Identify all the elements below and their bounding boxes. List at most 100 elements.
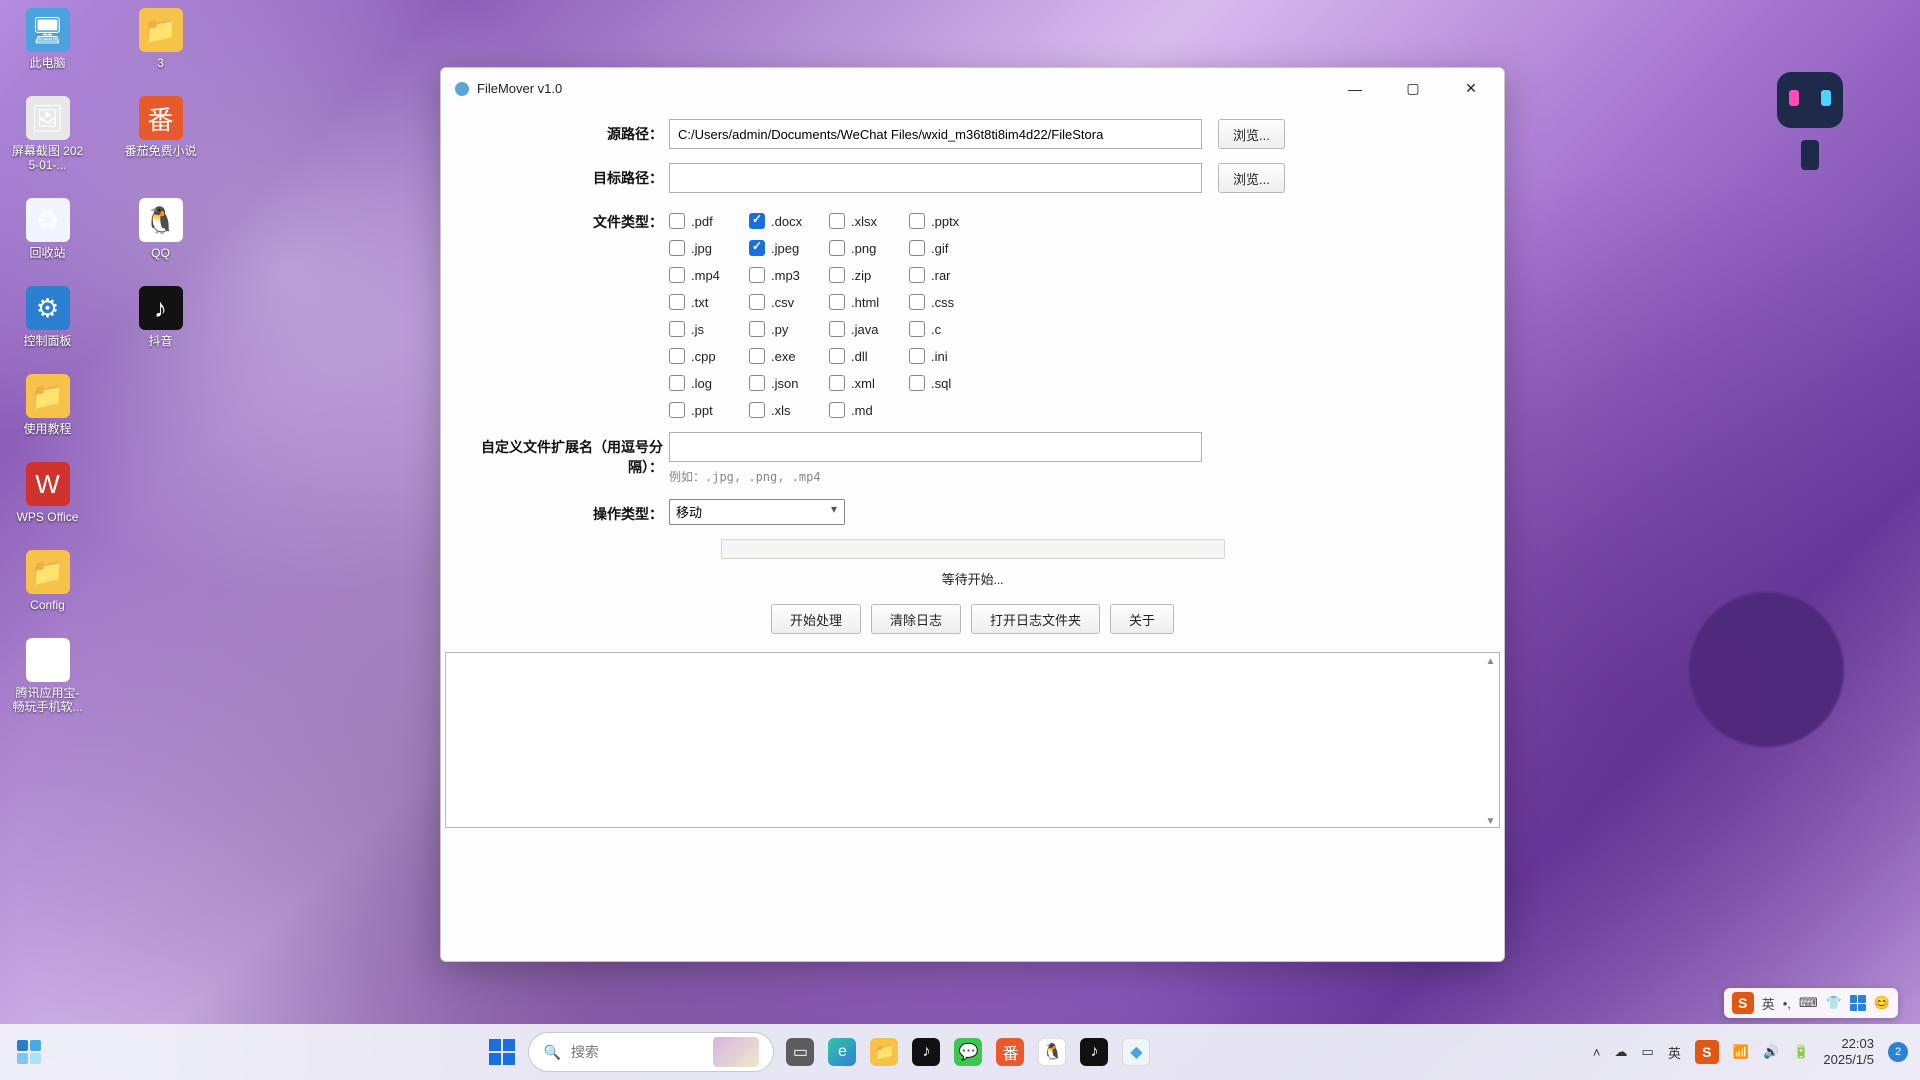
checkbox-input[interactable] [829,294,845,310]
desktop-mascot-widget[interactable] [1765,40,1855,160]
checkbox-input[interactable] [749,240,765,256]
filetype-checkbox-css[interactable]: .css [909,294,989,310]
checkbox-input[interactable] [669,294,685,310]
browse-target-button[interactable]: 浏览... [1218,163,1285,193]
filetype-checkbox-pptx[interactable]: .pptx [909,213,989,229]
filetype-checkbox-ini[interactable]: .ini [909,348,989,364]
log-textarea[interactable] [445,652,1500,828]
tray-cloud-icon[interactable]: ☁ [1615,1044,1628,1060]
checkbox-input[interactable] [909,321,925,337]
filetype-checkbox-gif[interactable]: .gif [909,240,989,256]
ime-keyboard-icon[interactable]: ⌨ [1799,995,1818,1011]
tray-ime-icon[interactable]: 英 [1668,1043,1681,1062]
checkbox-input[interactable] [749,348,765,364]
desktop-icon-wps[interactable]: WWPS Office [10,462,85,524]
filetype-checkbox-xls[interactable]: .xls [749,402,829,418]
filetype-checkbox-exe[interactable]: .exe [749,348,829,364]
ime-emoji-icon[interactable]: 😊 [1874,995,1890,1011]
ime-person-icon[interactable]: 👕 [1826,995,1842,1011]
taskbar-app-taskview[interactable]: ▭ [780,1032,820,1072]
checkbox-input[interactable] [829,213,845,229]
taskbar-app-edge[interactable]: e [822,1032,862,1072]
scroll-down-icon[interactable]: ▼ [1483,814,1498,829]
ime-floating-bar[interactable]: S 英 •, ⌨ 👕 😊 [1724,988,1898,1018]
checkbox-input[interactable] [749,321,765,337]
tray-wifi-icon[interactable]: 󠀠📶 [1733,1044,1749,1060]
checkbox-input[interactable] [749,294,765,310]
checkbox-input[interactable] [829,267,845,283]
checkbox-input[interactable] [749,375,765,391]
filetype-checkbox-sql[interactable]: .sql [909,375,989,391]
checkbox-input[interactable] [669,240,685,256]
checkbox-input[interactable] [669,402,685,418]
clear-log-button[interactable]: 清除日志 [871,604,961,634]
desktop-icon-folder-3[interactable]: 📁3 [123,8,198,70]
checkbox-input[interactable] [669,213,685,229]
desktop-icon-tomato[interactable]: 番番茄免费小说 [123,96,198,172]
filetype-checkbox-cpp[interactable]: .cpp [669,348,749,364]
op-type-select[interactable]: 移动 [669,499,845,525]
about-button[interactable]: 关于 [1110,604,1174,634]
filetype-checkbox-pdf[interactable]: .pdf [669,213,749,229]
checkbox-input[interactable] [749,267,765,283]
filetype-checkbox-rar[interactable]: .rar [909,267,989,283]
desktop-icon-config[interactable]: 📁Config [10,550,85,612]
taskbar-app-explorer[interactable]: 📁 [864,1032,904,1072]
taskbar-app-tomato[interactable]: 番 [990,1032,1030,1072]
filetype-checkbox-ppt[interactable]: .ppt [669,402,749,418]
checkbox-input[interactable] [749,402,765,418]
filetype-checkbox-mp4[interactable]: .mp4 [669,267,749,283]
checkbox-input[interactable] [909,267,925,283]
filetype-checkbox-mp3[interactable]: .mp3 [749,267,829,283]
checkbox-input[interactable] [669,375,685,391]
desktop-icon-qq[interactable]: 🐧QQ [123,198,198,260]
taskbar-app-douyin[interactable]: ♪ [906,1032,946,1072]
desktop-icon-douyin[interactable]: ♪抖音 [123,286,198,348]
desktop-icon-this-pc[interactable]: 🖥此电脑 [10,8,85,70]
filetype-checkbox-java[interactable]: .java [829,321,909,337]
checkbox-input[interactable] [909,375,925,391]
filetype-checkbox-png[interactable]: .png [829,240,909,256]
scroll-up-icon[interactable]: ▲ [1483,654,1498,669]
checkbox-input[interactable] [669,267,685,283]
close-button[interactable]: ✕ [1442,69,1500,109]
tray-battery-icon[interactable]: 🔋 [1793,1044,1809,1060]
browse-source-button[interactable]: 浏览... [1218,119,1285,149]
filetype-checkbox-xlsx[interactable]: .xlsx [829,213,909,229]
checkbox-input[interactable] [829,375,845,391]
filetype-checkbox-jpg[interactable]: .jpg [669,240,749,256]
filetype-checkbox-json[interactable]: .json [749,375,829,391]
open-log-folder-button[interactable]: 打开日志文件夹 [971,604,1100,634]
filetype-checkbox-md[interactable]: .md [829,402,909,418]
filetype-checkbox-csv[interactable]: .csv [749,294,829,310]
desktop-icon-screenshot[interactable]: 🖼屏幕截图 2025-01-... [10,96,85,172]
filetype-checkbox-py[interactable]: .py [749,321,829,337]
filetype-checkbox-dll[interactable]: .dll [829,348,909,364]
taskbar-app-wechat[interactable]: 💬 [948,1032,988,1072]
minimize-button[interactable]: — [1326,69,1384,109]
notifications-badge[interactable]: 2 [1888,1042,1908,1062]
taskbar-clock[interactable]: 22:03 2025/1/5 [1823,1036,1874,1068]
desktop-icon-use-guide[interactable]: 📁使用教程 [10,374,85,436]
taskbar-app-douyin2[interactable]: ♪ [1074,1032,1114,1072]
filetype-checkbox-xml[interactable]: .xml [829,375,909,391]
desktop-icon-tx-app[interactable]: ◑腾讯应用宝-畅玩手机软... [10,638,85,714]
filetype-checkbox-log[interactable]: .log [669,375,749,391]
filetype-checkbox-docx[interactable]: .docx [749,213,829,229]
ime-grid-icon[interactable] [1850,995,1866,1011]
taskbar-app-qq[interactable]: 🐧 [1032,1032,1072,1072]
tray-project-icon[interactable]: ▭ [1642,1044,1654,1060]
start-button[interactable]: 开始处理 [771,604,861,634]
ime-lang[interactable]: 英 [1762,994,1775,1013]
titlebar[interactable]: FileMover v1.0 — ▢ ✕ [441,68,1504,109]
checkbox-input[interactable] [669,348,685,364]
filetype-checkbox-txt[interactable]: .txt [669,294,749,310]
filetype-checkbox-html[interactable]: .html [829,294,909,310]
desktop-icon-control-panel[interactable]: ⚙控制面板 [10,286,85,348]
tray-volume-icon[interactable]: 🔊 [1763,1044,1779,1060]
custom-ext-input[interactable] [669,432,1202,462]
checkbox-input[interactable] [909,294,925,310]
taskbar-search[interactable]: 🔍 搜索 [528,1032,774,1072]
checkbox-input[interactable] [829,240,845,256]
taskbar-app-filemover[interactable]: ◆ [1116,1032,1156,1072]
